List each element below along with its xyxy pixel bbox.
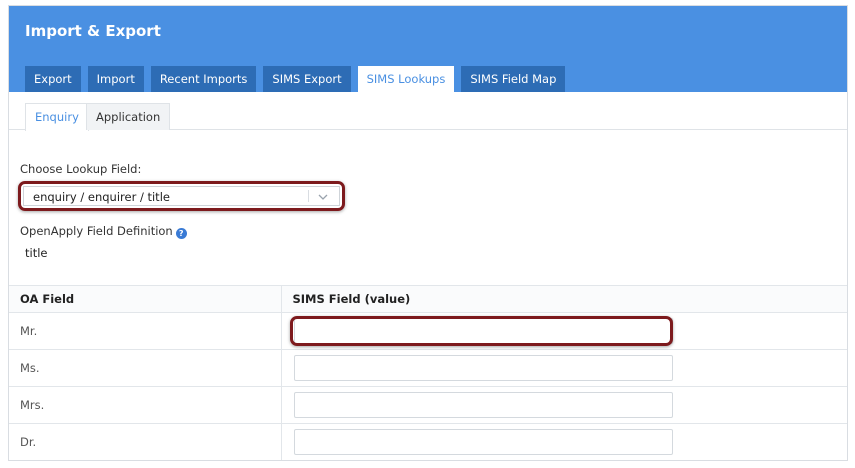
lookup-field-label: Choose Lookup Field: (20, 162, 142, 176)
table-row: Ms. (9, 349, 847, 387)
column-header-sims-field: SIMS Field (value) (280, 285, 847, 313)
subtab-application[interactable]: Application (86, 103, 171, 130)
oa-field-cell: Dr. (9, 423, 281, 460)
column-header-oa-field: OA Field (9, 285, 281, 313)
tab-sims-export[interactable]: SIMS Export (263, 66, 351, 92)
sims-value-input[interactable] (293, 318, 673, 344)
sims-value-input[interactable] (293, 392, 673, 418)
sims-value-input[interactable] (293, 355, 673, 381)
sims-field-cell (280, 312, 847, 350)
table-header-row: OA Field SIMS Field (value) (9, 285, 847, 313)
sims-field-cell (280, 386, 847, 424)
oa-field-cell: Ms. (9, 349, 281, 387)
sims-field-cell (280, 423, 847, 460)
page-header: Import & Export Export Import Recent Imp… (9, 6, 847, 92)
tab-import[interactable]: Import (87, 66, 144, 92)
lookup-select-highlight: enquiry / enquirer / title (18, 181, 345, 211)
lookup-table: OA Field SIMS Field (value) Mr. Ms. Mrs. (9, 285, 847, 460)
tab-sims-lookups[interactable]: SIMS Lookups (357, 66, 455, 92)
sub-tabs: Enquiry Application (9, 92, 847, 131)
tab-recent-imports[interactable]: Recent Imports (150, 66, 257, 92)
table-row: Dr. (9, 423, 847, 460)
sims-value-input[interactable] (293, 429, 673, 456)
tab-export[interactable]: Export (25, 66, 81, 92)
page-title: Import & Export (25, 22, 161, 40)
table-row: Mr. (9, 312, 847, 350)
definition-value: title (25, 246, 48, 260)
app-frame: Import & Export Export Import Recent Imp… (8, 5, 848, 461)
definition-label-text: OpenApply Field Definition (20, 224, 173, 238)
sims-field-cell (280, 349, 847, 387)
tab-sims-field-map[interactable]: SIMS Field Map (461, 66, 566, 92)
chevron-down-icon[interactable] (317, 192, 329, 202)
lookup-field-select[interactable]: enquiry / enquirer / title (23, 186, 340, 206)
oa-field-cell: Mrs. (9, 386, 281, 424)
question-circle-icon[interactable]: ? (175, 228, 187, 239)
main-tabs: Export Import Recent Imports SIMS Export… (25, 66, 566, 92)
subtab-enquiry[interactable]: Enquiry (25, 103, 89, 131)
lookup-selected-value: enquiry / enquirer / title (33, 190, 170, 204)
oa-field-cell: Mr. (9, 312, 281, 350)
definition-label: OpenApply Field Definition? (20, 224, 187, 239)
table-row: Mrs. (9, 386, 847, 424)
select-divider (308, 190, 309, 202)
